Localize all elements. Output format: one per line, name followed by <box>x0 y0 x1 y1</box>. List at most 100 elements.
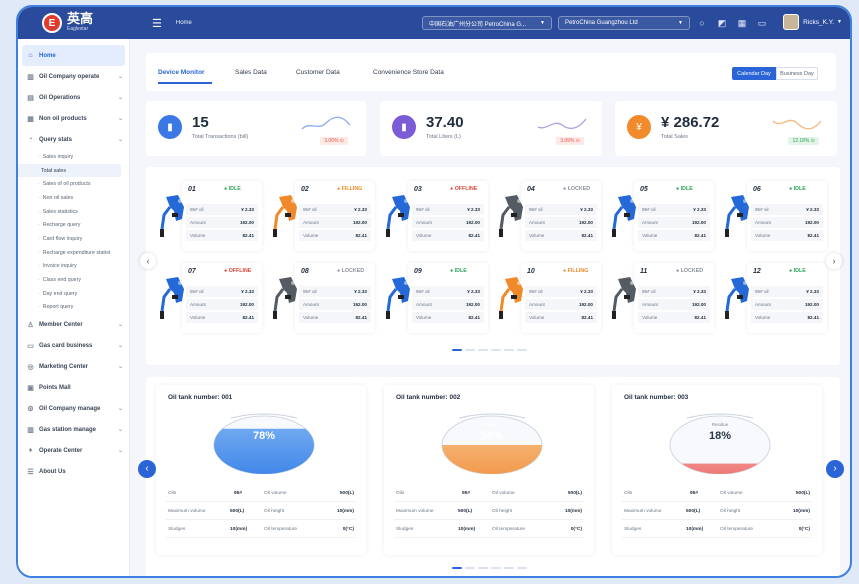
sidebar-subitem[interactable]: · Recharge expenditure statist <box>18 246 129 260</box>
pump-card-02[interactable]: 02 ● FILLING 95# oil ¥ 2.33 Amount 192.00 Volu… <box>271 179 377 261</box>
screen-icon[interactable]: ▭ <box>756 17 768 29</box>
bullet-icon: · <box>38 235 40 242</box>
sidebar-item-oil-operations[interactable]: ▤ Oil Operations ⌄ <box>18 87 129 108</box>
sidebar-item-gas-station-manage[interactable]: ▥ Gas station manage ⌄ <box>18 419 129 440</box>
sidebar-item-non-oil-products[interactable]: ▦ Non oil products ⌄ <box>18 108 129 129</box>
sidebar-subitem[interactable]: · Card flow inquiry <box>18 232 129 246</box>
sidebar-item-home[interactable]: ⌂ Home <box>22 45 125 66</box>
pump-card-10[interactable]: 10 ● FILLING 95# oil ¥ 2.33 Amount 192.00 Volu… <box>497 261 603 343</box>
logo[interactable]: E 英高 Eaglestar <box>42 12 148 34</box>
row-label: Volume <box>755 315 771 320</box>
translate-icon[interactable]: ◩ <box>716 17 728 29</box>
sidebar-item-points-mall[interactable]: ▣ Points Mall <box>18 377 129 398</box>
tab-sales-data[interactable]: Sales Data <box>235 69 267 76</box>
sidebar-subitem[interactable]: · Invoice inquiry <box>18 260 129 274</box>
sidebar-subitem[interactable]: · Sales inquiry <box>18 150 129 164</box>
pump-card-01[interactable]: 01 ● IDLE 95# oil ¥ 2.33 Amount 192.00 Volume 8… <box>158 179 264 261</box>
pump-card-08[interactable]: 08 ● LOCKED 95# oil ¥ 2.33 Amount 192.00 Volum… <box>271 261 377 343</box>
next-arrow-icon[interactable]: › <box>826 253 842 269</box>
pump-card-04[interactable]: 04 ● LOCKED 95# oil ¥ 2.33 Amount 192.00 Volum… <box>497 179 603 261</box>
tab-customer-data[interactable]: Customer Data <box>296 69 340 76</box>
search-icon[interactable]: ○ <box>696 17 708 29</box>
breadcrumb[interactable]: Home <box>176 20 192 26</box>
value: 95# <box>690 491 699 496</box>
row-label: Volume <box>190 315 206 320</box>
sidebar-subitem[interactable]: · Recharge query <box>18 218 129 232</box>
pump-info: 03 ● OFFLINE 95# oil ¥ 2.33 Amount 192.00 Volu… <box>408 181 488 251</box>
sidebar-item-query-stats[interactable]: ◔ Query stats ⌄ <box>18 129 129 150</box>
fuel-nozzle-icon <box>497 193 527 248</box>
pump-card-06[interactable]: 06 ● IDLE 95# oil ¥ 2.33 Amount 192.00 Volume 8… <box>723 179 829 261</box>
row-label: Volume <box>416 233 432 238</box>
value: 95# <box>234 491 243 496</box>
tank-percent: 78% <box>253 430 275 442</box>
sidebar-subitem[interactable]: · Sales statistics <box>18 205 129 219</box>
pump-card-03[interactable]: 03 ● OFFLINE 95# oil ¥ 2.33 Amount 192.00 Volu… <box>384 179 490 261</box>
tank-prev-arrow-icon[interactable]: ‹ <box>138 460 156 478</box>
oil-tank-card[interactable]: Oil tank number: 003 Residue 18% Oils 95# Oil… <box>612 385 822 555</box>
tab-convenience-store-data[interactable]: Convenience Store Data <box>373 69 444 76</box>
tab-device-monitor[interactable]: Device Monitor <box>158 69 205 76</box>
row-value: ¥ 2.33 <box>354 207 367 212</box>
menu-toggle-icon[interactable]: ☰ <box>152 17 162 30</box>
row-value: 192.00 <box>804 220 819 225</box>
pump-info: 09 ● IDLE 95# oil ¥ 2.33 Amount 192.00 Volume 8… <box>408 263 488 333</box>
pump-row-oil: 95# oil ¥ 2.33 <box>638 204 710 215</box>
sparkline <box>772 119 822 130</box>
row-value: ¥ 2.33 <box>241 289 254 294</box>
pump-row-oil: 95# oil ¥ 2.33 <box>638 286 710 297</box>
calendar-day-toggle[interactable]: Calendar Day <box>732 67 776 80</box>
oil-tank-card[interactable]: Oil tank number: 002 Residue 50% Oils 95# Oil… <box>384 385 594 555</box>
grid-icon[interactable]: ▦ <box>736 17 748 29</box>
oil-tank-panel: Oil tank number: 001 Residue 78% Oils 95# Oil… <box>146 377 840 576</box>
sidebar-item-marketing-center[interactable]: ◎ Marketing Center ⌄ <box>18 356 129 377</box>
tank-pagination[interactable] <box>452 567 527 569</box>
sidebar-subitem[interactable]: · Day end query <box>18 287 129 301</box>
pump-card-11[interactable]: 11 ● LOCKED 95# oil ¥ 2.33 Amount 192.00 Volum… <box>610 261 716 343</box>
top-bar: E 英高 Eaglestar ☰ Home 中国石油广州分公司 PetroChi… <box>18 7 850 39</box>
row-value: ¥ 2.33 <box>806 289 819 294</box>
sidebar-subitem[interactable]: Total sales <box>18 163 121 178</box>
pump-card-07[interactable]: 07 ● OFFLINE 95# oil ¥ 2.33 Amount 192.00 Volu… <box>158 261 264 343</box>
row-value: ¥ 2.33 <box>467 207 480 212</box>
company-select[interactable]: PetroChina Guangzhou Ltd ▼ <box>558 16 690 30</box>
sidebar-subitem[interactable]: · Class end query <box>18 273 129 287</box>
label: Maximum volume <box>168 509 206 514</box>
pump-card-09[interactable]: 09 ● IDLE 95# oil ¥ 2.33 Amount 192.00 Volume 8… <box>384 261 490 343</box>
sidebar-item-label: Home <box>39 52 56 59</box>
prev-arrow-icon[interactable]: ‹ <box>140 253 156 269</box>
tab-bar: Device Monitor Sales Data Customer Data … <box>146 53 836 91</box>
pump-row-volume: Volume 82.41 <box>525 230 597 241</box>
business-day-toggle[interactable]: Business Day <box>776 67 818 80</box>
app-window: E 英高 Eaglestar ☰ Home 中国石油广州分公司 PetroChi… <box>16 5 852 578</box>
pump-card-12[interactable]: 12 ● IDLE 95# oil ¥ 2.33 Amount 192.00 Volume 8… <box>723 261 829 343</box>
sidebar-subitem[interactable]: · Non oil sales <box>18 191 129 205</box>
value: 500(L) <box>458 509 473 514</box>
sidebar-subitem[interactable]: · Sales of oil products <box>18 177 129 191</box>
sidebar-item-operate-center[interactable]: ♦ Operate Center ⌄ <box>18 440 129 461</box>
station-select[interactable]: 中国石油广州分公司 PetroChina G... ▼ <box>422 16 552 30</box>
pump-row-volume: Volume 82.41 <box>638 230 710 241</box>
sidebar-item-gas-card-business[interactable]: ▭ Gas card business ⌄ <box>18 335 129 356</box>
sidebar-subitem[interactable]: · Report query <box>18 301 129 315</box>
pump-status: ● LOCKED <box>676 268 703 274</box>
pump-number: 05 <box>640 186 648 193</box>
pump-row-volume: Volume 82.41 <box>751 230 823 241</box>
sidebar-item-about-us[interactable]: ☰ About Us <box>18 461 129 482</box>
tank-next-arrow-icon[interactable]: › <box>826 460 844 478</box>
pump-pagination[interactable] <box>452 349 527 351</box>
pump-card-05[interactable]: 05 ● IDLE 95# oil ¥ 2.33 Amount 192.00 Volume 8… <box>610 179 716 261</box>
row-value: 82.41 <box>807 233 820 238</box>
user-menu[interactable]: Ricks_K.Y. ▼ <box>783 14 842 30</box>
oil-tank-card[interactable]: Oil tank number: 001 Residue 78% Oils 95# Oil… <box>156 385 366 555</box>
sidebar-subitem-label: Non oil sales <box>42 194 74 201</box>
pump-status-label: LOCKED <box>567 186 591 192</box>
label: Oil volume <box>720 491 743 496</box>
sidebar-subitem-label: Sales of oil products <box>42 181 91 188</box>
row-label: Amount <box>190 220 206 225</box>
sidebar-item-oil-company-operate[interactable]: ▥ Oil Company operate ⌄ <box>18 66 129 87</box>
value: 0(°C) <box>570 527 582 532</box>
sidebar-item-member-center[interactable]: ♙ Member Center ⌄ <box>18 314 129 335</box>
gift-icon: ▣ <box>27 384 34 392</box>
sidebar-item-oil-company-manage[interactable]: ⚙ Oil Company manage ⌄ <box>18 398 129 419</box>
